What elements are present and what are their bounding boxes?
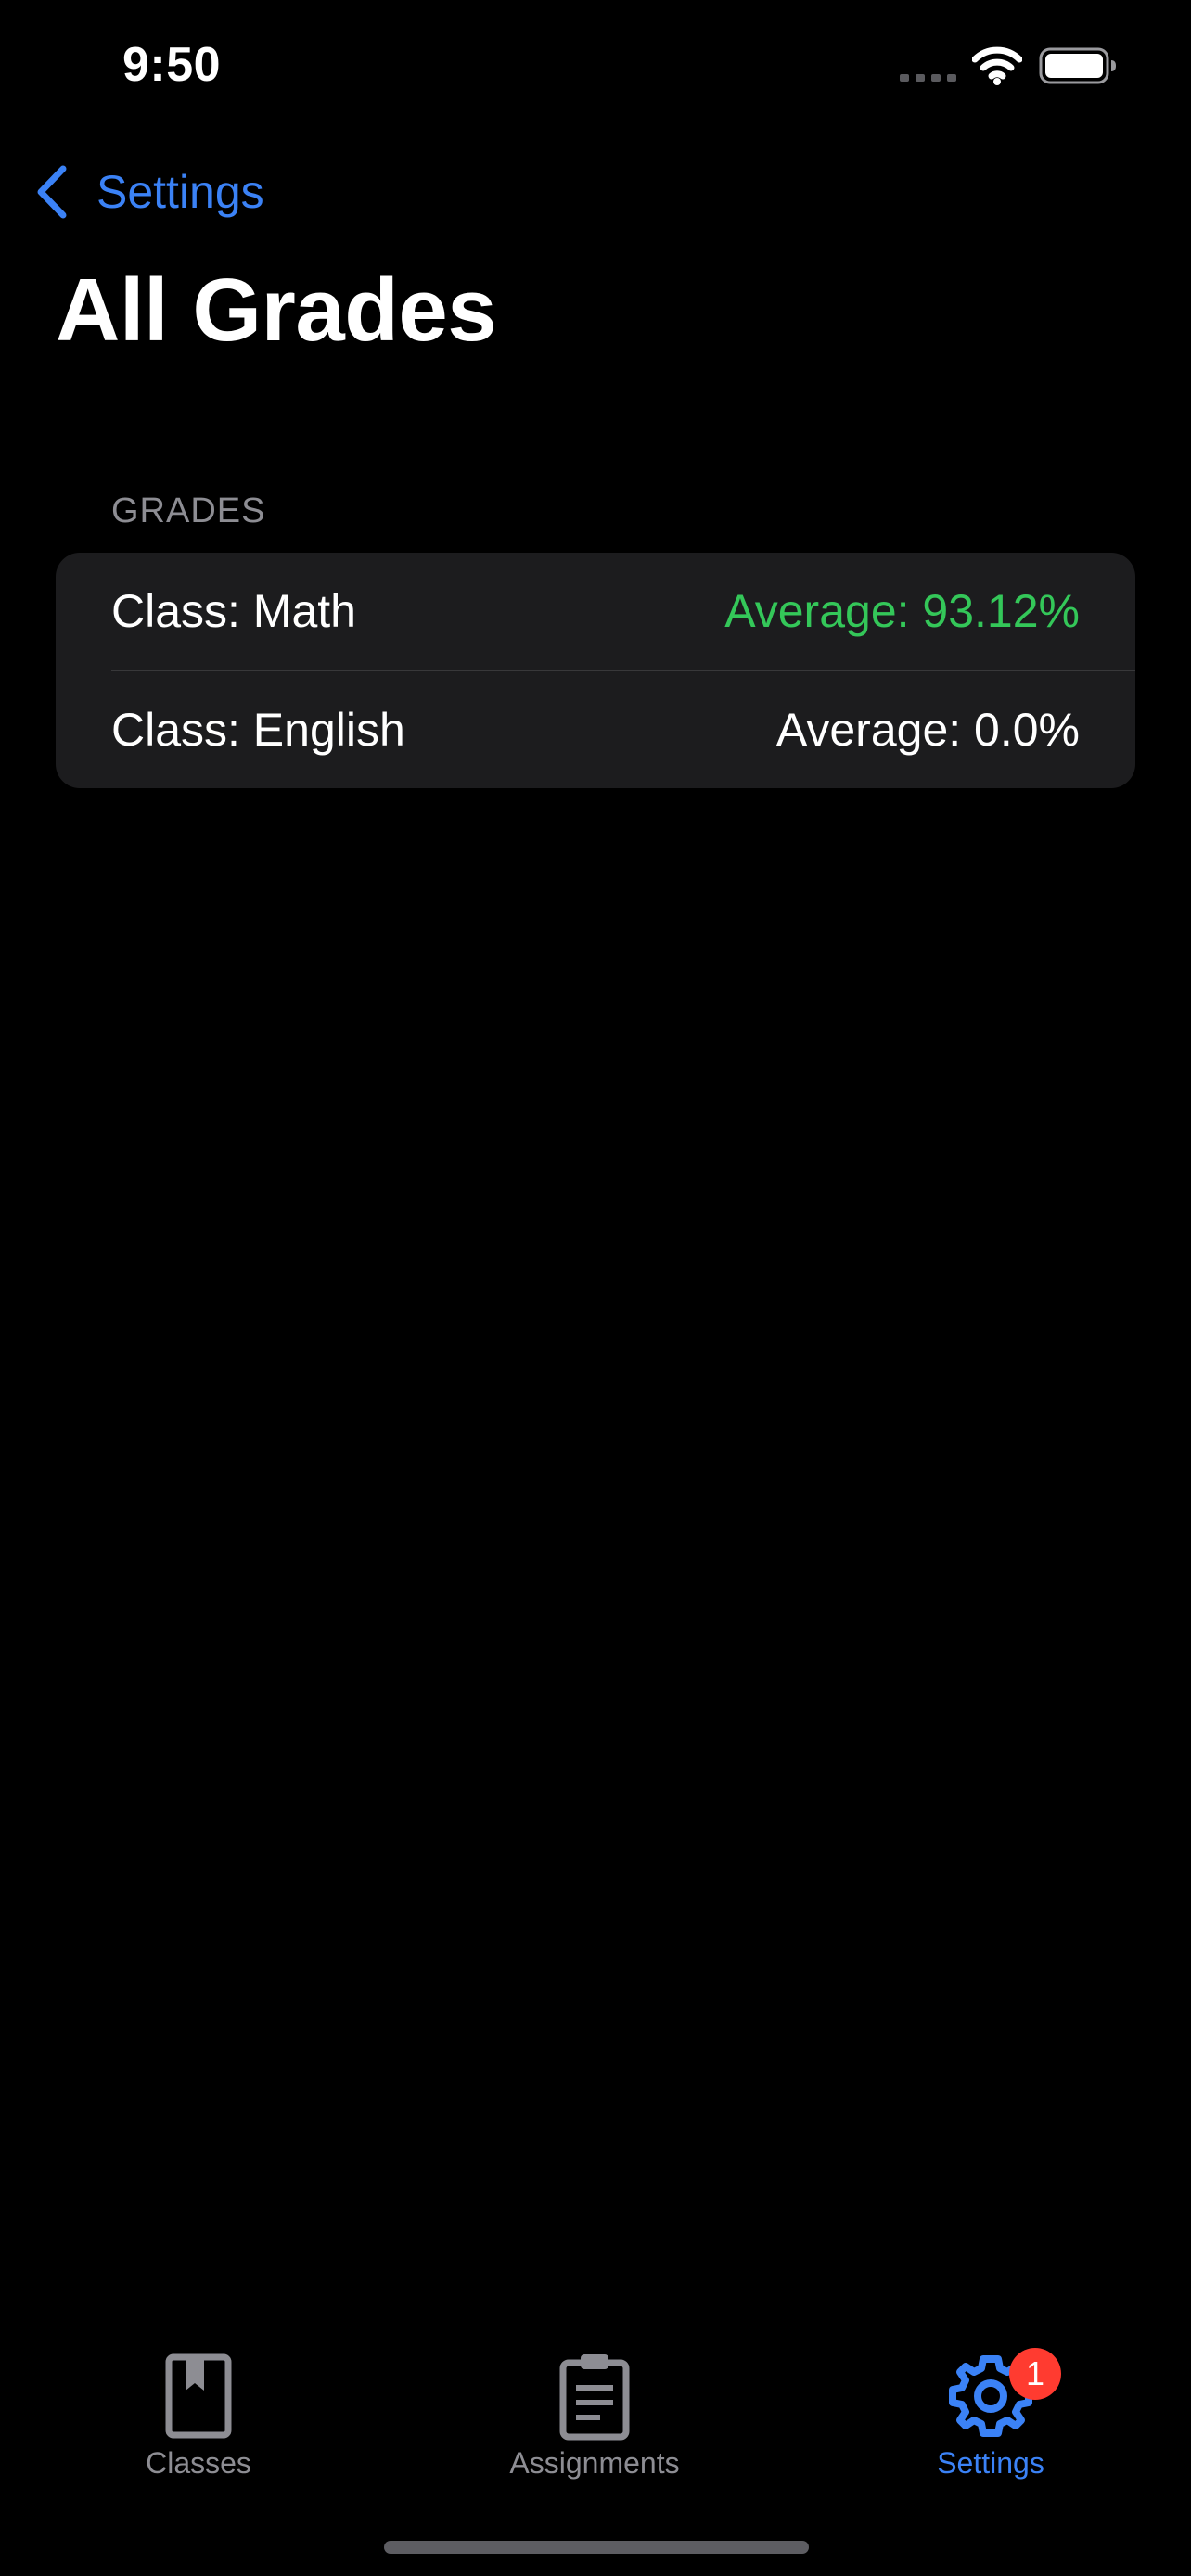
grades-list: Class: Math Average: 93.12% Class: Engli… <box>56 553 1135 788</box>
notification-badge: 1 <box>1009 2348 1061 2400</box>
tab-label: Classes <box>146 2446 251 2480</box>
tab-settings[interactable]: 1 Settings <box>852 2348 1130 2480</box>
book-icon <box>165 2353 232 2439</box>
clipboard-icon <box>559 2354 630 2441</box>
battery-icon <box>1039 47 1116 84</box>
tab-icon-wrapper: 1 <box>946 2348 1061 2441</box>
back-button[interactable]: Settings <box>33 159 264 224</box>
tab-label: Assignments <box>509 2446 680 2480</box>
status-bar: 9:50 <box>0 0 1191 130</box>
average-value: Average: 0.0% <box>775 704 1080 756</box>
class-name: Class: English <box>111 704 405 756</box>
chevron-left-icon <box>37 165 67 219</box>
tab-label: Settings <box>937 2446 1044 2480</box>
grade-row-english[interactable]: Class: English Average: 0.0% <box>56 671 1135 788</box>
class-name: Class: Math <box>111 585 356 637</box>
back-button-label: Settings <box>96 166 264 218</box>
section-header-grades: GRADES <box>111 491 266 530</box>
page-title: All Grades <box>56 261 497 360</box>
average-value: Average: 93.12% <box>724 585 1080 637</box>
grade-row-math[interactable]: Class: Math Average: 93.12% <box>56 553 1135 670</box>
wifi-icon <box>972 46 1022 85</box>
status-time: 9:50 <box>122 38 222 92</box>
tab-bar: Classes Assignments 1 Settings <box>0 2318 1191 2504</box>
cellular-signal-icon <box>900 74 956 82</box>
home-indicator <box>384 2541 809 2554</box>
tab-assignments[interactable]: Assignments <box>455 2352 734 2480</box>
tab-classes[interactable]: Classes <box>59 2352 338 2480</box>
